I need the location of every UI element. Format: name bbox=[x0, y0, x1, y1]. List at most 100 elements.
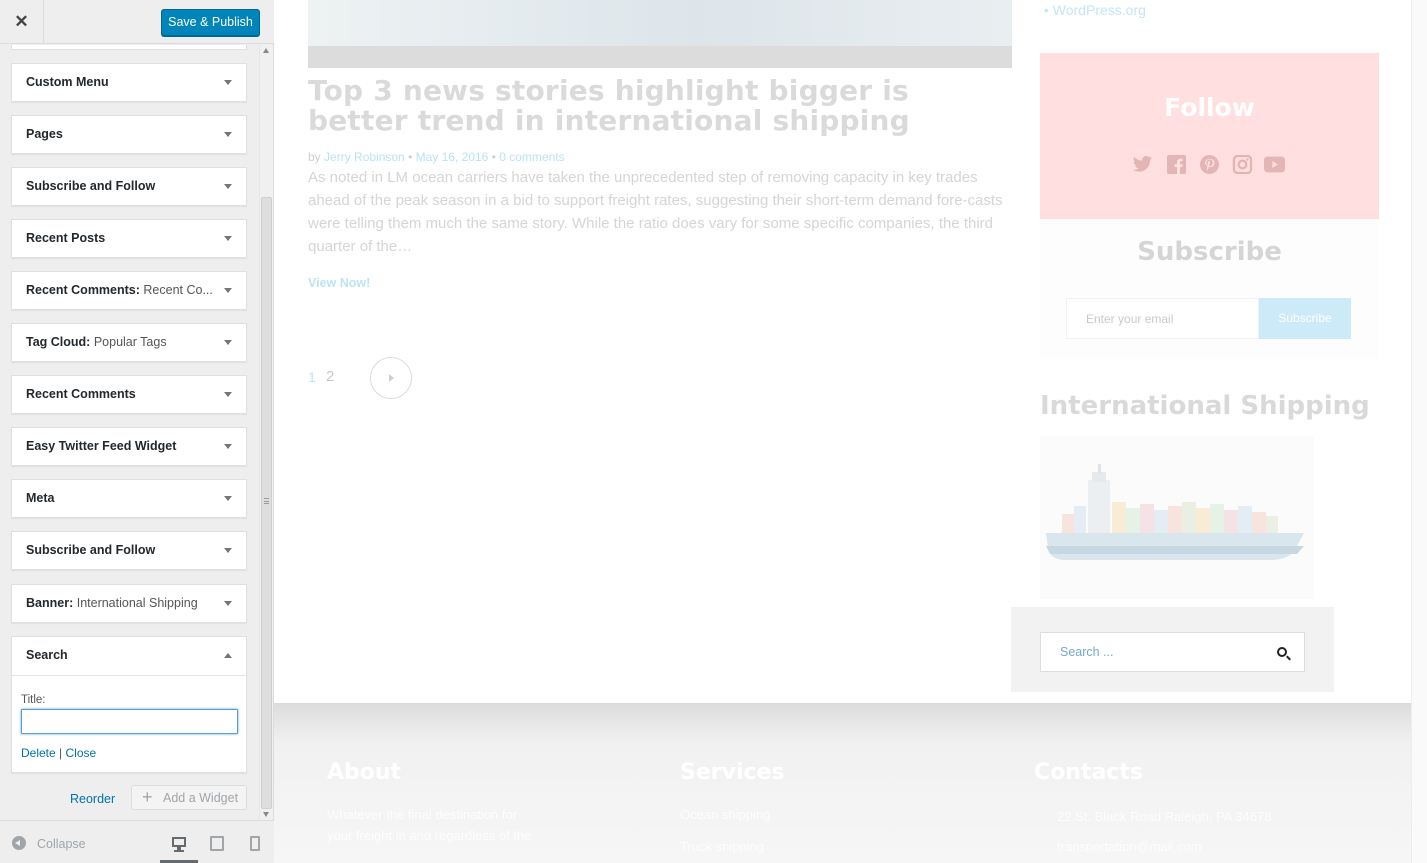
delete-link[interactable]: Delete bbox=[21, 746, 56, 760]
meta-dot: • bbox=[491, 150, 496, 164]
search-input[interactable]: Search ... bbox=[1040, 632, 1305, 672]
chevron-down-icon[interactable] bbox=[224, 184, 232, 189]
subscribe-widget: Subscribe Enter your email Subscribe bbox=[1040, 219, 1379, 359]
sidebar-scrollbar[interactable] bbox=[259, 45, 273, 820]
collapse-button[interactable]: Collapse bbox=[37, 837, 86, 851]
chevron-down-icon[interactable] bbox=[224, 80, 232, 85]
title-field-label: Title: bbox=[21, 694, 46, 706]
widget-title: Easy Twitter Feed Widget bbox=[26, 439, 177, 453]
footer-about-text: your freight in and regardless of the bbox=[327, 828, 532, 843]
scroll-down-icon[interactable] bbox=[263, 812, 269, 817]
widget-item-twitter-feed[interactable]: Easy Twitter Feed Widget bbox=[11, 427, 247, 466]
widget-title: Subscribe and Follow bbox=[26, 543, 156, 557]
widget-title: Pages bbox=[26, 127, 63, 141]
widget-title: Custom Menu bbox=[26, 75, 109, 89]
chevron-down-icon[interactable] bbox=[224, 496, 232, 501]
widget-item-meta[interactable]: Meta bbox=[11, 479, 247, 518]
scroll-up-icon[interactable] bbox=[263, 48, 269, 53]
search-icon[interactable] bbox=[1277, 647, 1287, 657]
footer-address: 22 St. Black Road Raleigh, PA 34678 bbox=[1057, 809, 1272, 824]
widget-item-subscribe-follow[interactable]: Subscribe and Follow bbox=[11, 167, 247, 206]
widget-actions: Delete | Close bbox=[21, 746, 96, 760]
footer-email[interactable]: transportation@mail.com bbox=[1057, 839, 1202, 854]
widget-title: Meta bbox=[26, 491, 55, 505]
footer-contacts-title: Contacts bbox=[1034, 760, 1143, 785]
widget-item-recent-posts[interactable]: Recent Posts bbox=[11, 219, 247, 258]
site-footer: About Whatever the final destination for… bbox=[274, 703, 1411, 863]
subscribe-title: Subscribe bbox=[1137, 237, 1282, 267]
customizer-sidebar: ✕ Save & Publish Custom Menu Pages Subsc… bbox=[0, 0, 274, 863]
footer-about-text: Whatever the final destination for bbox=[327, 807, 518, 822]
plus-icon: + bbox=[142, 787, 153, 807]
widget-item-search-open: Search Title: Delete | Close bbox=[11, 636, 247, 773]
reorder-link[interactable]: Reorder bbox=[70, 792, 115, 806]
date-link[interactable]: May 16, 2016 bbox=[416, 150, 489, 164]
collapse-icon[interactable] bbox=[12, 836, 26, 850]
twitter-icon[interactable] bbox=[1132, 155, 1153, 174]
widget-item-pages[interactable]: Pages bbox=[11, 115, 247, 154]
comments-link[interactable]: 0 comments bbox=[499, 150, 564, 164]
widget-item-subscribe-follow-2[interactable]: Subscribe and Follow bbox=[11, 531, 247, 570]
view-now-link[interactable]: View Now! bbox=[308, 276, 370, 290]
email-field[interactable]: Enter your email bbox=[1066, 298, 1259, 339]
widget-item-banner[interactable]: Banner: International Shipping bbox=[11, 584, 247, 623]
author-link[interactable]: Jerry Robinson bbox=[324, 150, 405, 164]
customizer-screen: ✕ Save & Publish Custom Menu Pages Subsc… bbox=[0, 0, 1427, 863]
mobile-preview-icon[interactable] bbox=[244, 834, 266, 854]
widget-title: Subscribe and Follow bbox=[26, 179, 156, 193]
footer-service-link[interactable]: Truck shipping bbox=[680, 839, 764, 854]
widget-item-tag-cloud[interactable]: Tag Cloud: Popular Tags bbox=[11, 323, 247, 362]
preview-scrollbar[interactable] bbox=[1411, 0, 1427, 863]
follow-widget: Follow bbox=[1040, 53, 1379, 219]
chevron-down-icon[interactable] bbox=[224, 340, 232, 345]
widget-item-partial[interactable] bbox=[11, 45, 247, 50]
search-widget: Search ... bbox=[1011, 607, 1334, 692]
cargo-ship-image[interactable] bbox=[1040, 436, 1314, 599]
title-field[interactable] bbox=[21, 709, 238, 734]
customizer-header: ✕ Save & Publish bbox=[0, 0, 274, 44]
follow-title: Follow bbox=[1164, 93, 1255, 122]
subscribe-button[interactable]: Subscribe bbox=[1259, 298, 1351, 339]
widget-item-recent-comments[interactable]: Recent Comments bbox=[11, 375, 247, 414]
meta-by: by bbox=[308, 150, 321, 164]
close-link[interactable]: Close bbox=[66, 746, 97, 760]
customizer-footer: Collapse bbox=[0, 820, 274, 863]
chevron-down-icon[interactable] bbox=[224, 444, 232, 449]
close-icon[interactable]: ✕ bbox=[0, 0, 44, 44]
widget-title: Tag Cloud: Popular Tags bbox=[26, 335, 167, 349]
instagram-icon[interactable] bbox=[1232, 155, 1253, 174]
widget-header[interactable]: Search bbox=[12, 637, 246, 676]
widget-title: Recent Comments: Recent Co... bbox=[26, 283, 213, 297]
chevron-down-icon[interactable] bbox=[224, 132, 232, 137]
tablet-preview-icon[interactable] bbox=[206, 834, 228, 854]
widget-title: Search bbox=[26, 648, 68, 662]
save-publish-button[interactable]: Save & Publish bbox=[161, 9, 260, 36]
post-featured-image[interactable] bbox=[308, 0, 1012, 68]
add-widget-button[interactable]: + Add a Widget bbox=[131, 785, 247, 810]
search-placeholder: Search ... bbox=[1060, 645, 1114, 659]
post-title[interactable]: Top 3 news stories highlight bigger is b… bbox=[308, 76, 1018, 136]
scrollbar-thumb[interactable] bbox=[261, 197, 272, 809]
pagination-next-icon[interactable] bbox=[370, 357, 412, 399]
widget-item-recent-comments-named[interactable]: Recent Comments: Recent Co... bbox=[11, 271, 247, 310]
chevron-down-icon[interactable] bbox=[224, 392, 232, 397]
widget-item-custom-menu[interactable]: Custom Menu bbox=[11, 63, 247, 102]
widget-list: Custom Menu Pages Subscribe and Follow R… bbox=[0, 45, 258, 820]
pagination-page-2[interactable]: 2 bbox=[326, 368, 334, 385]
pinterest-icon[interactable] bbox=[1199, 155, 1220, 174]
footer-about-title: About bbox=[327, 760, 402, 785]
chevron-down-icon[interactable] bbox=[224, 548, 232, 553]
meta-dot: • bbox=[408, 150, 413, 164]
post-excerpt: As noted in LM ocean carriers have taken… bbox=[308, 169, 1003, 255]
chevron-down-icon[interactable] bbox=[224, 236, 232, 241]
site-preview: Top 3 news stories highlight bigger is b… bbox=[274, 0, 1427, 863]
desktop-preview-icon[interactable] bbox=[160, 834, 198, 863]
chevron-down-icon[interactable] bbox=[224, 288, 232, 293]
footer-service-link[interactable]: Ocean shipping bbox=[680, 807, 770, 822]
banner-title: International Shipping bbox=[1040, 391, 1370, 421]
youtube-icon[interactable] bbox=[1264, 155, 1285, 174]
wordpress-org-link[interactable]: • WordPress.org bbox=[1044, 2, 1146, 18]
chevron-up-icon[interactable] bbox=[224, 653, 232, 658]
chevron-down-icon[interactable] bbox=[224, 601, 232, 606]
facebook-icon[interactable] bbox=[1166, 155, 1187, 174]
